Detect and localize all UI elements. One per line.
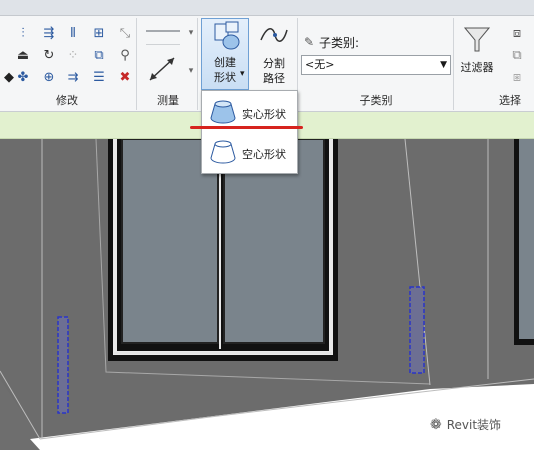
rotate-icon[interactable]: ↻ (40, 46, 58, 64)
split-path-label-1: 分割 (263, 57, 285, 70)
solid-shape-label: 实心形状 (242, 108, 286, 121)
filter-label: 过滤器 (460, 61, 494, 74)
create-shape-icon (214, 21, 240, 50)
scale-icon[interactable]: ⧉ (90, 46, 108, 64)
panel-title-modify: 修改 (56, 94, 78, 107)
filter-icon (464, 27, 490, 52)
panel-title-measure: 测量 (157, 94, 179, 107)
offset-icon[interactable]: ⇶ (40, 24, 58, 42)
solid-shape-icon (210, 100, 236, 124)
watermark-text: Revit装饰 (446, 418, 502, 432)
subcategory-value: <无> (305, 58, 335, 71)
wechat-icon: ❁ (430, 416, 442, 433)
array-icon[interactable]: ⁘ (64, 46, 82, 64)
mirror-axis-icon[interactable]: ⫴ (64, 24, 82, 42)
select-underlay-icon[interactable]: ⧉ (508, 46, 526, 64)
void-shape-menu-item[interactable]: 空心形状 (204, 135, 295, 171)
panel-divider (197, 18, 198, 110)
copy-icon[interactable]: ⊕ (40, 68, 58, 86)
measure-icon[interactable] (146, 54, 180, 84)
mirror-draw-icon[interactable]: ⊞ (90, 24, 108, 42)
aligned-dimension-icon[interactable] (146, 30, 180, 32)
measure-divider (146, 44, 180, 45)
subcategory-select[interactable]: <无> ▼ (301, 55, 451, 75)
model-geometry (0, 139, 534, 450)
subcategory-label: 子类别: (319, 36, 360, 50)
3d-viewport[interactable] (0, 139, 534, 450)
align-icon[interactable]: ⫶ (14, 24, 32, 42)
panel-divider (136, 18, 137, 110)
move-icon[interactable]: ⏏ (14, 46, 32, 64)
delete-icon[interactable]: ✖ (116, 68, 134, 86)
filter-button[interactable]: 过滤器 (454, 24, 500, 90)
chevron-down-icon: ▾ (240, 69, 245, 79)
trim-multiple-icon[interactable]: ☰ (90, 68, 108, 86)
ribbon-tab-strip (0, 0, 534, 16)
watermark: ❁ Revit装饰 (430, 416, 501, 433)
select-links-icon[interactable]: ⧈ (508, 24, 526, 42)
select-pinned-icon[interactable]: ⧆ (508, 68, 526, 86)
void-shape-label: 空心形状 (242, 148, 286, 161)
trim-extend-icon[interactable]: ✤ (14, 68, 32, 86)
panel-title-subcategory: 子类别 (359, 94, 393, 107)
split-path-button[interactable]: 分割 路径 (254, 22, 294, 90)
subcategory-icon: ✎ (303, 35, 315, 49)
split-path-label-2: 路径 (263, 72, 285, 85)
create-shape-label-1: 创建 (214, 56, 236, 69)
void-shape-icon (210, 140, 236, 164)
pin-icon[interactable]: ⚲ (116, 46, 134, 64)
highlight-underline (190, 126, 303, 129)
panel-title-select: 选择 (499, 94, 521, 107)
create-shape-button[interactable]: 创建 形状 ▾ (201, 18, 249, 90)
split-element-icon[interactable]: ⤡ (116, 24, 134, 42)
create-shape-dropdown: 实心形状 空心形状 (201, 90, 298, 174)
chevron-down-icon: ▼ (440, 60, 447, 70)
extend-icon[interactable]: ⇉ (64, 68, 82, 86)
split-path-icon (260, 28, 288, 42)
